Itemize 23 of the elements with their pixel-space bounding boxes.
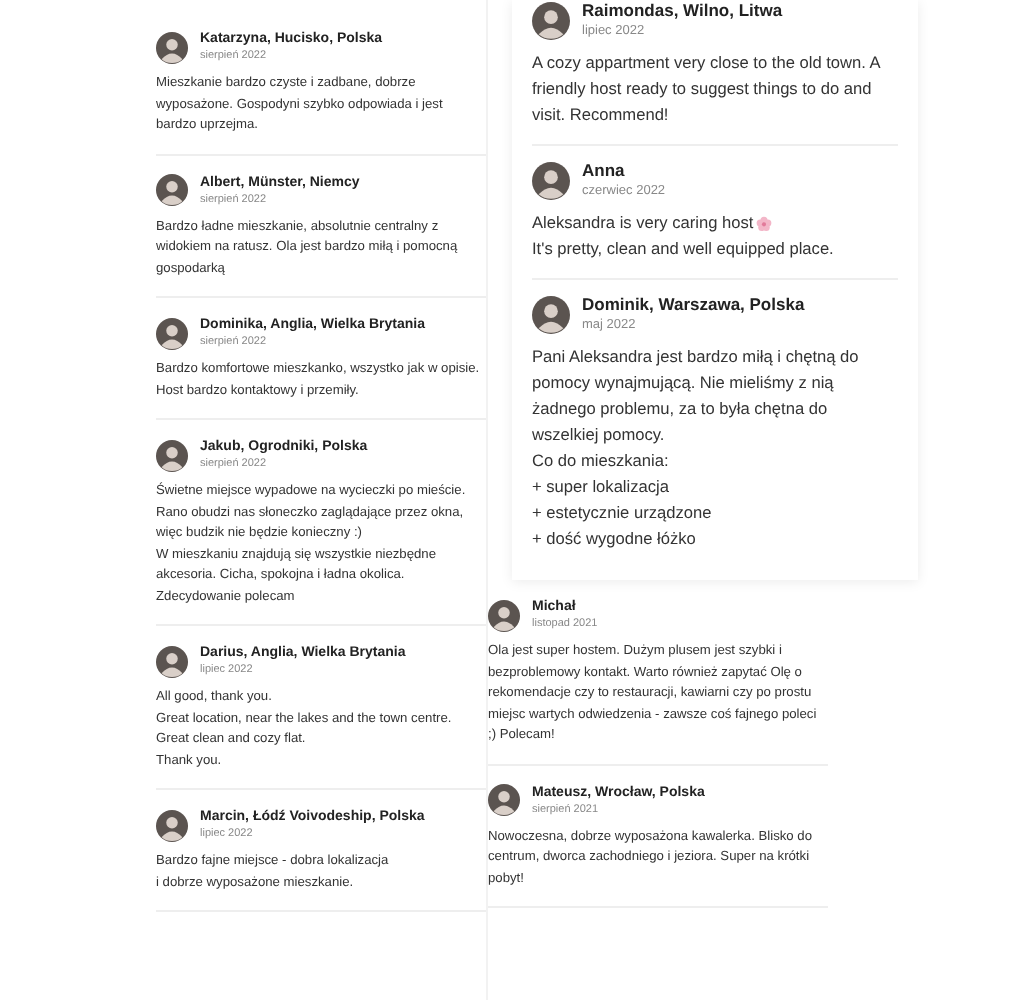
avatar-icon [156,439,188,471]
avatar-icon [532,161,570,199]
review-text: Co do mieszkania: [532,448,669,474]
review-text: A cozy appartment very close to the old town. A friendly host ready to suggest things to do and visit. Recommend! [532,50,883,128]
review-text: Pani Aleksandra jest bardzo miłą i chętną do pomocy wynajmującą. Nie mieliśmy z nią żadnego problemu, za to była chętna do wszelkiej pomocy. [532,344,861,448]
review-text: + super lokalizacja [532,474,669,500]
review-text: + dość wygodne łóżko [532,526,696,552]
reviewer-name: Raimondas, Wilno, Litwa [582,0,783,22]
review-text: Aleksandra is very caring host [532,210,754,236]
review-text: It's pretty, clean and well equipped place. [532,236,834,262]
avatar-icon [488,784,520,816]
flower-icon [755,215,772,231]
avatar-icon [156,174,188,206]
avatar-icon [532,295,570,333]
avatar-icon [156,317,188,349]
avatar-icon [488,599,520,631]
avatar-icon [532,1,570,39]
reviewer-name: Anna [582,160,627,182]
avatar-icon [156,31,188,63]
avatar-icon [156,645,188,677]
reviewer-name: Dominik, Warszawa, Polska [582,294,805,316]
review-text: + estetycznie urządzone [532,500,712,526]
avatar-icon [156,809,188,841]
